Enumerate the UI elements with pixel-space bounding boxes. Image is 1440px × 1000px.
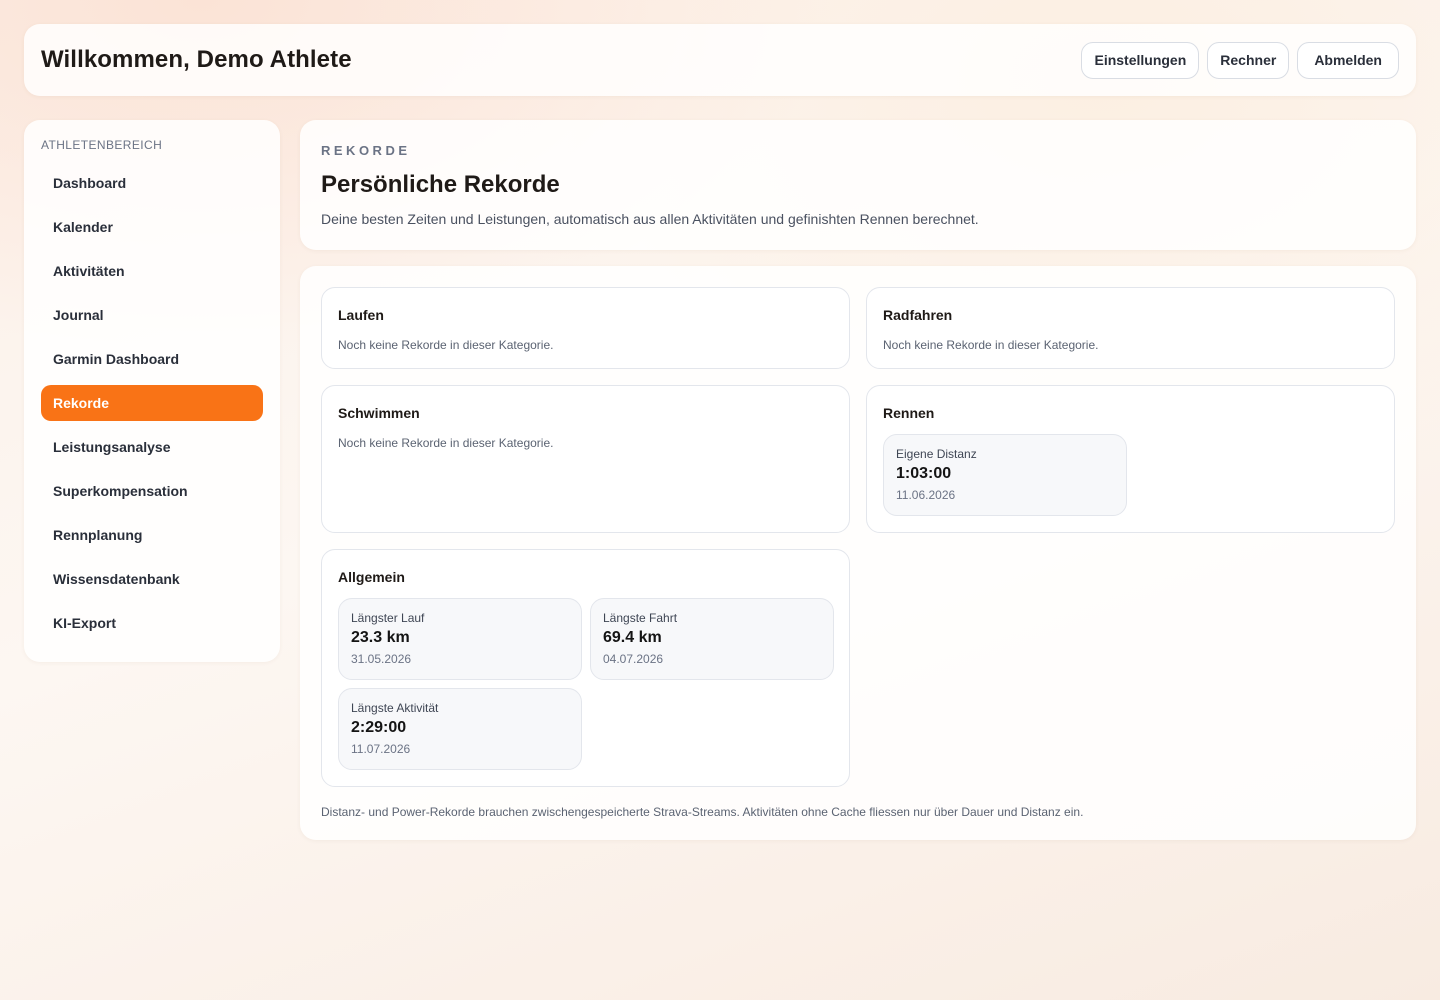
sidebar-item-superkompensation[interactable]: Superkompensation [41, 473, 263, 509]
sidebar-item-kalender[interactable]: Kalender [41, 209, 263, 245]
sidebar-item-leistungsanalyse[interactable]: Leistungsanalyse [41, 429, 263, 465]
sidebar: ATHLETENBEREICH Dashboard Kalender Aktiv… [24, 120, 280, 662]
category-title: Schwimmen [338, 405, 420, 421]
sidebar-item-wissensdatenbank[interactable]: Wissensdatenbank [41, 561, 263, 597]
page-description: Deine besten Zeiten und Leistungen, auto… [321, 211, 979, 227]
welcome-title: Willkommen, Demo Athlete [41, 46, 352, 73]
record-card: Eigene Distanz 1:03:00 11.06.2026 [883, 434, 1127, 516]
category-swimming: Schwimmen Noch keine Rekorde in dieser K… [321, 385, 850, 533]
sidebar-item-aktivitaeten[interactable]: Aktivitäten [41, 253, 263, 289]
record-label: Längster Lauf [351, 611, 425, 625]
record-value: 2:29:00 [351, 719, 407, 736]
page-eyebrow: REKORDE [321, 143, 411, 158]
top-actions: Einstellungen Rechner Abmelden [1081, 41, 1399, 79]
category-cycling: Radfahren Noch keine Rekorde in dieser K… [866, 287, 1395, 369]
empty-state: Noch keine Rekorde in dieser Kategorie. [338, 338, 554, 352]
record-label: Längste Aktivität [351, 701, 439, 715]
record-value: 23.3 km [351, 629, 410, 646]
category-title: Rennen [883, 405, 935, 421]
record-card: Längste Fahrt 69.4 km 04.07.2026 [590, 598, 834, 680]
top-bar: Willkommen, Demo Athlete Einstellungen R… [24, 24, 1416, 96]
record-date: 31.05.2026 [351, 652, 412, 666]
empty-state: Noch keine Rekorde in dieser Kategorie. [338, 436, 554, 450]
sidebar-item-ki-export[interactable]: KI-Export [41, 605, 263, 641]
footnote: Distanz- und Power-Rekorde brauchen zwis… [321, 805, 1084, 819]
logout-button[interactable]: Abmelden [1297, 41, 1399, 79]
record-label: Eigene Distanz [896, 447, 977, 461]
sidebar-item-rennplanung[interactable]: Rennplanung [41, 517, 263, 553]
sidebar-heading: ATHLETENBEREICH [41, 138, 163, 152]
settings-button[interactable]: Einstellungen [1081, 41, 1200, 79]
record-value: 1:03:00 [896, 465, 952, 482]
records-panel: Laufen Noch keine Rekorde in dieser Kate… [300, 266, 1416, 840]
sidebar-item-rekorde[interactable]: Rekorde [41, 385, 263, 421]
record-label: Längste Fahrt [603, 611, 678, 625]
category-title: Laufen [338, 307, 384, 323]
category-running: Laufen Noch keine Rekorde in dieser Kate… [321, 287, 850, 369]
category-races: Rennen Eigene Distanz 1:03:00 11.06.2026 [866, 385, 1395, 533]
category-title: Allgemein [338, 569, 405, 585]
record-date: 11.07.2026 [351, 742, 411, 756]
sidebar-item-journal[interactable]: Journal [41, 297, 263, 333]
category-title: Radfahren [883, 307, 953, 323]
record-value: 69.4 km [603, 629, 662, 646]
sidebar-item-dashboard[interactable]: Dashboard [41, 165, 263, 201]
page-header: REKORDE Persönliche Rekorde Deine besten… [300, 120, 1416, 250]
sidebar-item-garmin-dashboard[interactable]: Garmin Dashboard [41, 341, 263, 377]
record-card: Längste Aktivität 2:29:00 11.07.2026 [338, 688, 582, 770]
category-general: Allgemein Längster Lauf 23.3 km 31.05.20… [321, 549, 850, 787]
page-title: Persönliche Rekorde [321, 171, 560, 198]
record-date: 11.06.2026 [896, 488, 956, 502]
record-card: Längster Lauf 23.3 km 31.05.2026 [338, 598, 582, 680]
empty-state: Noch keine Rekorde in dieser Kategorie. [883, 338, 1099, 352]
record-date: 04.07.2026 [603, 652, 664, 666]
calculator-button[interactable]: Rechner [1207, 41, 1290, 79]
